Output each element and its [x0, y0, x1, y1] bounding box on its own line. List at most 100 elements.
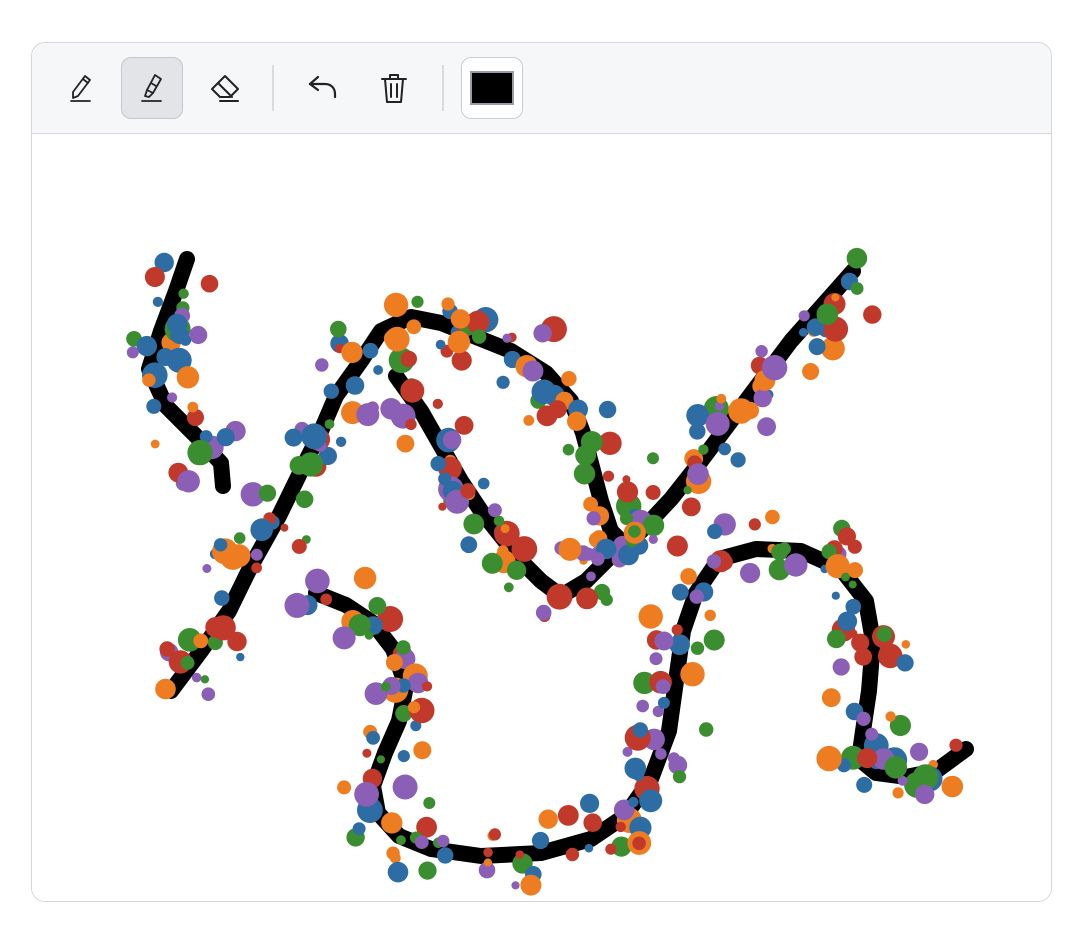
marker-dot — [236, 652, 245, 662]
marker-dot — [341, 341, 363, 364]
marker-dot — [827, 629, 846, 649]
marker-dot — [755, 345, 768, 358]
marker-dot — [645, 485, 661, 500]
marker-dot — [602, 470, 615, 482]
marker-dot — [142, 373, 156, 387]
marker-dot — [210, 615, 236, 641]
marker-dot — [463, 513, 485, 535]
marker-dot — [632, 836, 646, 851]
marker-dot — [301, 423, 328, 450]
clear-button[interactable] — [363, 57, 425, 119]
marker-dot — [430, 456, 446, 472]
marker-dot — [548, 400, 567, 419]
marker-dot — [332, 626, 356, 650]
marker-dot — [178, 288, 189, 299]
marker-dot — [647, 452, 659, 465]
marker-dot — [380, 681, 391, 692]
marker-dot — [671, 583, 689, 601]
marker-dot — [561, 371, 577, 387]
marker-dot — [730, 452, 746, 468]
marker-dot — [546, 583, 573, 610]
marker-dot — [808, 338, 826, 356]
marker-dot — [915, 784, 935, 805]
marker-dot — [567, 411, 587, 431]
marker-dot — [748, 518, 761, 531]
drawing-canvas[interactable] — [32, 134, 1051, 901]
marker-dot — [511, 881, 520, 890]
marker-dot — [493, 515, 505, 527]
marker-dot — [522, 360, 544, 382]
marker-dot — [531, 831, 550, 850]
marker-dot — [671, 624, 683, 636]
marker-dot — [765, 509, 780, 525]
marker-dot — [330, 320, 347, 338]
color-picker-button[interactable] — [461, 57, 523, 119]
marker-dot — [753, 388, 772, 408]
marker-dot — [483, 847, 493, 858]
marker-tool-button[interactable] — [121, 57, 183, 119]
marker-dot — [352, 822, 366, 836]
marker-dot — [850, 282, 864, 295]
marker-dot — [520, 874, 542, 896]
marker-dot — [896, 654, 914, 672]
marker-dot — [562, 443, 575, 456]
marker-dot — [506, 560, 527, 580]
marker-dot — [683, 486, 692, 495]
marker-dot — [180, 655, 195, 670]
marker-dot — [460, 536, 478, 554]
marker-dot — [798, 327, 808, 337]
marker-dot — [362, 342, 379, 359]
marker-dot — [503, 582, 514, 593]
marker-dot — [422, 681, 433, 692]
marker-dot — [511, 536, 538, 562]
marker-dot — [703, 629, 725, 651]
marker-dot — [386, 846, 400, 860]
marker-dot — [628, 796, 639, 808]
drawing-app — [31, 42, 1052, 902]
marker-dot — [655, 679, 671, 694]
marker-dot — [323, 383, 339, 399]
marker-dot — [761, 355, 788, 381]
marker-dot — [414, 835, 429, 849]
marker-dot — [535, 604, 552, 621]
marker-dot — [146, 398, 162, 414]
marker-dot — [687, 463, 709, 485]
marker-dot — [648, 534, 658, 544]
marker-dot — [397, 750, 410, 763]
marker-dot — [383, 330, 401, 347]
marker-dot — [558, 537, 582, 561]
undo-button[interactable] — [291, 57, 353, 119]
marker-dot — [251, 562, 262, 574]
pen-tool-button[interactable] — [50, 57, 112, 119]
marker-dot — [216, 428, 235, 447]
marker-dot — [496, 375, 510, 389]
marker-dot — [258, 484, 277, 502]
marker-dot — [757, 417, 776, 437]
marker-dot — [681, 497, 701, 517]
marker-dot — [497, 545, 509, 557]
marker-dot — [193, 633, 209, 649]
marker-dot — [638, 604, 663, 629]
marker-dot — [280, 523, 289, 532]
marker-dot — [576, 587, 598, 610]
marker-dot — [565, 847, 580, 862]
marker-dot — [515, 850, 525, 859]
marker-dot — [616, 481, 639, 503]
marker-dot — [471, 329, 487, 344]
marker-dot — [233, 532, 246, 544]
marker-dot — [699, 722, 714, 737]
marker-dot — [373, 365, 383, 375]
marker-dot — [863, 305, 882, 324]
marker-dot — [126, 346, 139, 359]
marker-dot — [200, 274, 219, 293]
marker-dot — [385, 654, 403, 671]
marker-dot — [876, 626, 893, 642]
marker-dot — [707, 523, 723, 540]
marker-dot — [450, 309, 471, 329]
marker-dot — [155, 678, 176, 700]
marker-dot — [941, 775, 964, 798]
marker-dot — [179, 334, 192, 346]
eraser-tool-button[interactable] — [194, 57, 256, 119]
marker-dot — [910, 742, 929, 761]
marker-dot — [337, 780, 352, 795]
